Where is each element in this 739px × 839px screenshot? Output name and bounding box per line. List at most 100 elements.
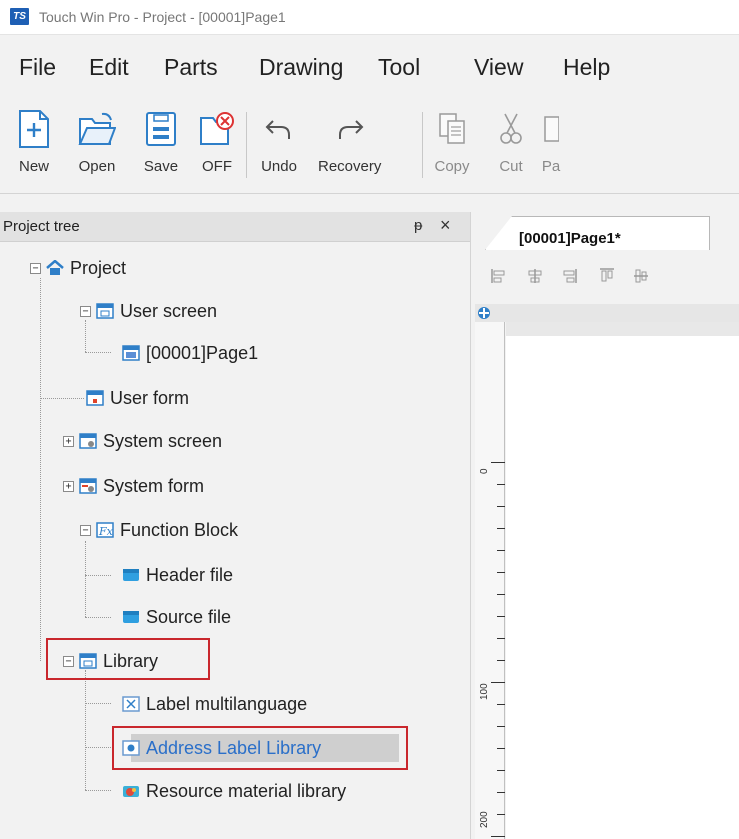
collapse-toggle[interactable]: − bbox=[80, 524, 91, 536]
tree-item-source-file[interactable]: Source file bbox=[121, 602, 231, 632]
new-button[interactable]: New bbox=[15, 108, 53, 190]
menu-tool[interactable]: Tool bbox=[378, 54, 420, 81]
tree-item-function-block[interactable]: − Fx Function Block bbox=[80, 515, 238, 545]
align-left-icon[interactable] bbox=[491, 268, 507, 284]
collapse-toggle[interactable]: − bbox=[30, 262, 41, 274]
function-icon: Fx bbox=[95, 521, 114, 540]
paste-label: Pa bbox=[541, 158, 561, 175]
ruler-tick bbox=[497, 748, 505, 749]
expand-toggle[interactable]: + bbox=[63, 435, 74, 447]
expand-toggle[interactable]: + bbox=[63, 480, 74, 492]
align-right-icon[interactable] bbox=[561, 268, 577, 284]
recovery-button[interactable]: Recovery bbox=[318, 108, 381, 190]
tree-label: User form bbox=[110, 387, 190, 408]
menu-view[interactable]: View bbox=[474, 54, 523, 81]
tree-guide-line bbox=[85, 670, 86, 790]
design-canvas[interactable] bbox=[506, 336, 739, 839]
pin-icon[interactable]: ᵽ bbox=[414, 217, 422, 234]
page-icon bbox=[121, 344, 140, 363]
save-label: Save bbox=[143, 158, 179, 175]
paste-icon bbox=[528, 108, 566, 150]
tree-guide-line bbox=[85, 541, 86, 617]
cut-button[interactable]: Cut bbox=[492, 108, 530, 190]
ruler-tick bbox=[497, 638, 505, 639]
save-button[interactable]: Save bbox=[142, 108, 180, 190]
tree-label: User screen bbox=[120, 300, 218, 321]
file-icon bbox=[121, 566, 140, 585]
tree-item-page1[interactable]: [00001]Page1 bbox=[121, 338, 258, 368]
menu-drawing[interactable]: Drawing bbox=[259, 54, 343, 81]
undo-label: Undo bbox=[261, 158, 297, 175]
tree-item-resource-material-library[interactable]: Resource material library bbox=[121, 776, 346, 806]
align-toolbar bbox=[471, 256, 739, 298]
ruler-tick bbox=[497, 484, 505, 485]
system-screen-icon bbox=[78, 432, 97, 451]
app-logo: TS bbox=[10, 8, 29, 25]
ruler-tick bbox=[497, 770, 505, 771]
tree-item-user-screen[interactable]: − User screen bbox=[80, 296, 217, 326]
screen-icon bbox=[95, 302, 114, 321]
ruler-tick bbox=[491, 682, 505, 683]
ruler-tick bbox=[491, 836, 505, 837]
align-center-icon[interactable] bbox=[527, 268, 543, 284]
address-label-icon bbox=[121, 739, 140, 758]
copy-button[interactable]: Copy bbox=[433, 108, 471, 190]
new-label: New bbox=[18, 158, 49, 175]
ruler-number: 200 bbox=[479, 811, 490, 828]
tree-label: Label multilanguage bbox=[146, 693, 308, 714]
align-middle-icon[interactable] bbox=[633, 268, 649, 284]
tree-item-project[interactable]: − Project bbox=[30, 253, 126, 283]
tree-item-header-file[interactable]: Header file bbox=[121, 560, 233, 590]
close-icon[interactable]: × bbox=[440, 215, 451, 236]
tree-guide-line bbox=[40, 398, 84, 399]
align-top-icon[interactable] bbox=[599, 268, 615, 284]
open-button[interactable]: Open bbox=[78, 108, 116, 190]
ruler-vertical: 0 100 200 bbox=[475, 322, 505, 839]
system-form-icon bbox=[78, 477, 97, 496]
menu-bar: File Edit Parts Drawing Tool View Help bbox=[0, 34, 739, 98]
paste-button[interactable]: Pa bbox=[528, 108, 566, 190]
ruler-tick bbox=[497, 660, 505, 661]
collapse-toggle[interactable]: − bbox=[80, 305, 91, 317]
menu-file[interactable]: File bbox=[19, 54, 56, 81]
tree-item-system-screen[interactable]: + System screen bbox=[63, 426, 222, 456]
ruler-tick bbox=[491, 462, 505, 463]
undo-button[interactable]: Undo bbox=[260, 108, 298, 190]
tree-label: Function Block bbox=[120, 519, 239, 540]
ruler-tick bbox=[497, 704, 505, 705]
redo-icon bbox=[331, 108, 369, 150]
collapse-toggle[interactable]: − bbox=[63, 655, 74, 667]
ruler-horizontal bbox=[475, 304, 739, 322]
tree-label: System screen bbox=[103, 430, 223, 451]
tree-item-system-form[interactable]: + System form bbox=[63, 471, 204, 501]
file-icon bbox=[121, 608, 140, 627]
crosshair-icon[interactable] bbox=[475, 304, 493, 322]
open-folder-icon bbox=[78, 108, 116, 150]
menu-help[interactable]: Help bbox=[563, 54, 610, 81]
ruler-number: 0 bbox=[479, 468, 490, 474]
canvas-top-strip bbox=[506, 322, 739, 336]
tree-item-library[interactable]: − Library bbox=[63, 646, 158, 676]
window-title: Touch Win Pro - Project - [00001]Page1 bbox=[39, 9, 286, 25]
home-icon bbox=[45, 259, 64, 278]
ruler-tick bbox=[497, 616, 505, 617]
tree-label: System form bbox=[103, 475, 205, 496]
toolbar-separator bbox=[422, 112, 423, 178]
off-button[interactable]: OFF bbox=[198, 108, 236, 190]
menu-edit[interactable]: Edit bbox=[89, 54, 129, 81]
form-icon bbox=[85, 389, 104, 408]
open-label: Open bbox=[78, 158, 116, 175]
tree-item-user-form[interactable]: User form bbox=[85, 383, 189, 413]
panel-title: Project tree bbox=[3, 218, 80, 235]
multilanguage-icon bbox=[121, 695, 140, 714]
toolbar: New Open Save OFF Undo Recovery Copy Cut… bbox=[0, 98, 739, 194]
project-tree-panel: Project tree ᵽ × − Project − User screen… bbox=[0, 212, 470, 839]
tree-item-label-multilanguage[interactable]: Label multilanguage bbox=[121, 689, 307, 719]
ruler-tick bbox=[497, 726, 505, 727]
menu-parts[interactable]: Parts bbox=[164, 54, 218, 81]
toolbar-separator bbox=[246, 112, 247, 178]
tree-item-address-label-library[interactable]: Address Label Library bbox=[121, 733, 321, 763]
save-icon bbox=[142, 108, 180, 150]
tree-label: Library bbox=[103, 650, 159, 671]
library-icon bbox=[78, 652, 97, 671]
